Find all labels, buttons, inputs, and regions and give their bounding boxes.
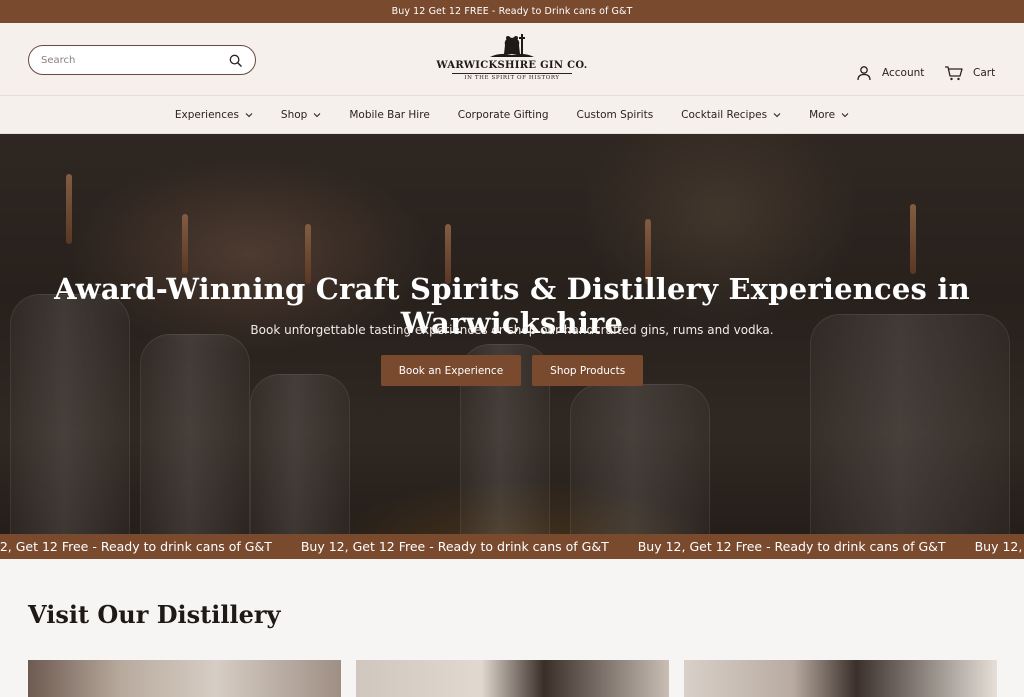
distillery-card[interactable]: [356, 660, 669, 697]
account-link[interactable]: Account: [856, 65, 924, 81]
marquee-item: Buy 12, Get 12 Free - Ready to drink can…: [300, 539, 609, 554]
logo[interactable]: WARWICKSHIRE GIN CO. IN THE SPIRIT OF HI…: [436, 33, 588, 89]
logo-divider: [452, 73, 572, 74]
cart-label: Cart: [973, 67, 996, 79]
chevron-down-icon: [841, 112, 849, 117]
promo-marquee: Buy 12, Get 12 Free - Ready to drink can…: [0, 534, 1024, 559]
chevron-down-icon: [773, 112, 781, 117]
chevron-down-icon: [245, 112, 253, 117]
main-nav: Experiences Shop Mobile Bar Hire Corpora…: [0, 96, 1024, 134]
distillery-card[interactable]: [28, 660, 341, 697]
nav-item-more[interactable]: More: [795, 109, 863, 121]
logo-title: WARWICKSHIRE GIN CO.: [436, 60, 588, 71]
search-box[interactable]: [28, 45, 256, 75]
distillery-cards: [28, 660, 997, 697]
book-experience-button[interactable]: Book an Experience: [380, 355, 522, 386]
hero-banner: Award-Winning Craft Spirits & Distillery…: [0, 134, 1024, 534]
chevron-down-icon: [313, 112, 321, 117]
nav-item-cocktail-recipes[interactable]: Cocktail Recipes: [667, 109, 795, 121]
nav-item-label: Shop: [280, 108, 308, 121]
nav-item-label: Corporate Gifting: [457, 108, 549, 121]
nav-item-experiences[interactable]: Experiences: [161, 109, 267, 121]
search-icon[interactable]: [227, 52, 243, 68]
marquee-item: Buy 12, Get 12 Free - Ready to drink can…: [0, 539, 272, 554]
nav-item-label: More: [809, 108, 836, 121]
shop-products-button[interactable]: Shop Products: [532, 355, 644, 386]
nav-item-corporate-gifting[interactable]: Corporate Gifting: [444, 109, 563, 121]
nav-item-shop[interactable]: Shop: [267, 109, 335, 121]
user-icon: [857, 66, 871, 81]
nav-item-label: Cocktail Recipes: [681, 108, 768, 121]
nav-item-custom-spirits[interactable]: Custom Spirits: [563, 109, 668, 121]
logo-tagline: IN THE SPIRIT OF HISTORY: [464, 75, 560, 81]
nav-item-label: Mobile Bar Hire: [349, 108, 430, 121]
hero-subtitle: Book unforgettable tasting experiences o…: [250, 323, 774, 337]
announcement-text: Buy 12 Get 12 FREE - Ready to Drink cans…: [391, 6, 633, 17]
bear-and-staff-logo-icon: [490, 34, 534, 57]
cart-link[interactable]: Cart: [944, 65, 995, 81]
marquee-item: Buy 12, Get 12 Free - Ready to drink can…: [974, 539, 1024, 554]
announcement-bar: Buy 12 Get 12 FREE - Ready to Drink cans…: [0, 0, 1024, 23]
hero-button-group: Book an Experience Shop Products: [0, 355, 1024, 386]
nav-item-mobile-bar-hire[interactable]: Mobile Bar Hire: [335, 109, 443, 121]
account-label: Account: [882, 67, 925, 79]
nav-item-label: Custom Spirits: [576, 108, 654, 121]
section-title: Visit Our Distillery: [28, 600, 281, 629]
nav-item-label: Experiences: [174, 108, 239, 121]
cart-icon: [945, 66, 963, 81]
marquee-item: Buy 12, Get 12 Free - Ready to drink can…: [637, 539, 946, 554]
site-header: WARWICKSHIRE GIN CO. IN THE SPIRIT OF HI…: [0, 23, 1024, 96]
search-input[interactable]: [41, 54, 227, 66]
distillery-card[interactable]: [684, 660, 997, 697]
